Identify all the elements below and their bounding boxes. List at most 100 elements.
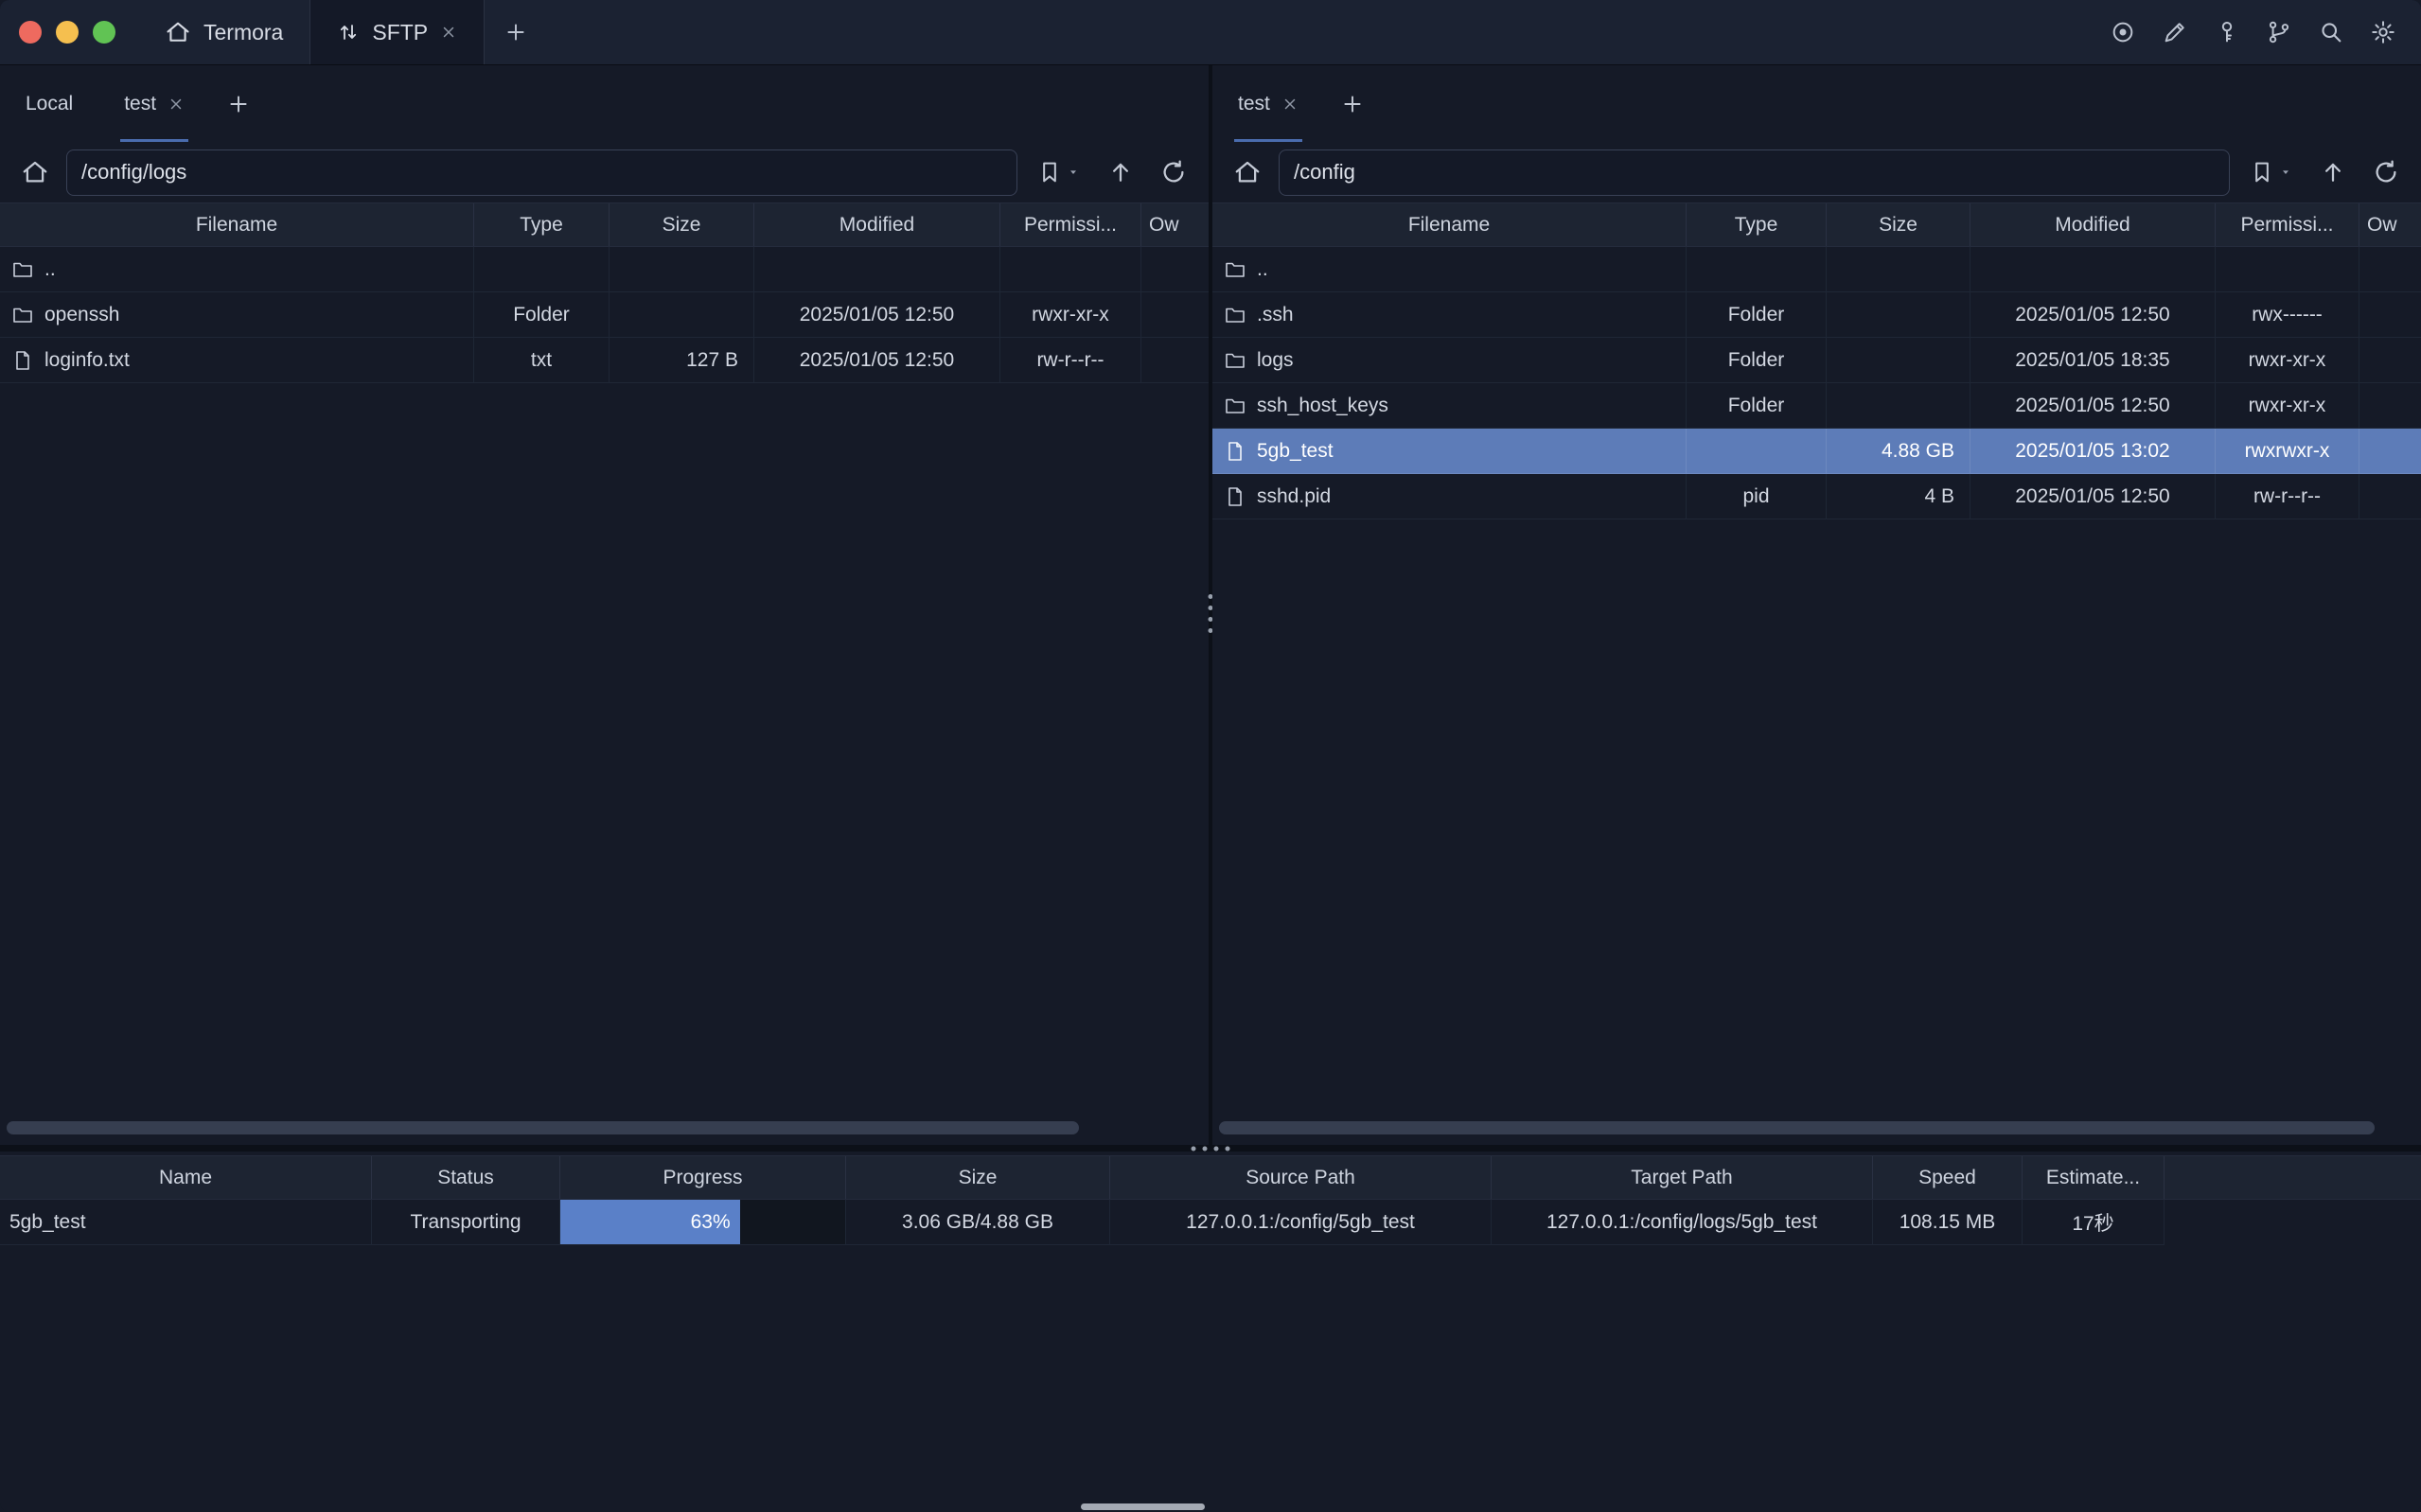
close-tab-icon[interactable] xyxy=(440,24,457,41)
cell-type: Folder xyxy=(1687,338,1827,383)
file-row-ssh-host-keys[interactable]: ssh_host_keys Folder 2025/01/05 12:50 rw… xyxy=(1212,383,2421,429)
cell-modified: 2025/01/05 13:02 xyxy=(1970,429,2216,474)
tab-termora[interactable]: Termora xyxy=(138,0,309,64)
refresh-button-left[interactable] xyxy=(1152,149,1195,196)
close-window-button[interactable] xyxy=(19,21,42,44)
column-header-target-path[interactable]: Target Path xyxy=(1492,1156,1873,1199)
column-header-speed[interactable]: Speed xyxy=(1873,1156,2023,1199)
column-header-type[interactable]: Type xyxy=(1687,203,1827,246)
minimize-window-button[interactable] xyxy=(56,21,79,44)
bookmark-icon xyxy=(1036,159,1063,185)
tab-test-left[interactable]: test xyxy=(120,65,188,142)
column-header-modified[interactable]: Modified xyxy=(1970,203,2216,246)
cell-type: Folder xyxy=(1687,383,1827,429)
column-header-owner[interactable]: Ow xyxy=(1141,203,1209,246)
tab-sftp-label: SFTP xyxy=(372,20,428,45)
close-tab-icon[interactable] xyxy=(168,96,185,113)
home-button-left[interactable] xyxy=(13,149,57,196)
scrollbar-thumb[interactable] xyxy=(1219,1121,2375,1134)
window-scrollbar-thumb[interactable] xyxy=(1081,1503,1205,1510)
cell-type: pid xyxy=(1687,474,1827,519)
cell-permissions: rwxr-xr-x xyxy=(1000,292,1141,338)
cell-filename: ssh_host_keys xyxy=(1212,383,1687,429)
refresh-button-right[interactable] xyxy=(2364,149,2408,196)
keychain-button[interactable] xyxy=(2214,19,2240,45)
file-row-5gb-test-selected[interactable]: 5gb_test 4.88 GB 2025/01/05 13:02 rwxrwx… xyxy=(1212,429,2421,474)
cell-size xyxy=(1827,338,1970,383)
bookmarks-button-left[interactable] xyxy=(1027,149,1089,196)
cell-modified xyxy=(754,247,1000,292)
new-session-tab-button-right[interactable] xyxy=(1340,92,1365,116)
cell-owner xyxy=(2359,429,2421,474)
zoom-window-button[interactable] xyxy=(93,21,115,44)
plus-icon xyxy=(1340,92,1365,116)
transfer-table-header: Name Status Progress Size Source Path Ta… xyxy=(0,1155,2421,1200)
refresh-icon xyxy=(2372,158,2400,186)
column-header-size[interactable]: Size xyxy=(610,203,754,246)
git-branch-button[interactable] xyxy=(2266,19,2292,45)
column-header-status[interactable]: Status xyxy=(372,1156,560,1199)
tab-test-right[interactable]: test xyxy=(1234,65,1302,142)
record-button[interactable] xyxy=(2110,19,2136,45)
column-header-source-path[interactable]: Source Path xyxy=(1110,1156,1492,1199)
right-table-header: Filename Type Size Modified Permissi... … xyxy=(1212,202,2421,247)
cell-filename: loginfo.txt xyxy=(0,338,474,383)
cell-type xyxy=(474,247,610,292)
cell-owner xyxy=(1141,338,1209,383)
file-row-parent[interactable]: .. xyxy=(0,247,1209,292)
cell-owner xyxy=(2359,247,2421,292)
column-header-type[interactable]: Type xyxy=(474,203,610,246)
horizontal-splitter[interactable] xyxy=(0,1145,2421,1152)
column-header-estimate[interactable]: Estimate... xyxy=(2023,1156,2165,1199)
parent-directory-button-left[interactable] xyxy=(1099,149,1142,196)
file-row-sshd-pid[interactable]: sshd.pid pid 4 B 2025/01/05 12:50 rw-r--… xyxy=(1212,474,2421,519)
column-header-size[interactable]: Size xyxy=(1827,203,1970,246)
horizontal-scrollbar-right[interactable] xyxy=(1219,1121,2411,1136)
column-header-owner[interactable]: Ow xyxy=(2359,203,2421,246)
branch-icon xyxy=(2266,19,2292,45)
column-header-filename[interactable]: Filename xyxy=(1212,203,1687,246)
new-session-tab-button-left[interactable] xyxy=(226,92,251,116)
column-header-size[interactable]: Size xyxy=(846,1156,1110,1199)
titlebar-actions xyxy=(2110,0,2421,64)
search-button[interactable] xyxy=(2318,19,2344,45)
tab-sftp[interactable]: SFTP xyxy=(309,0,485,64)
close-tab-icon[interactable] xyxy=(1281,96,1299,113)
cell-owner xyxy=(2359,474,2421,519)
right-pane-tabs: test xyxy=(1212,65,2421,142)
home-button-right[interactable] xyxy=(1226,149,1269,196)
bookmarks-button-right[interactable] xyxy=(2239,149,2302,196)
column-header-filename[interactable]: Filename xyxy=(0,203,474,246)
file-row-parent[interactable]: .. xyxy=(1212,247,2421,292)
cell-permissions xyxy=(2216,247,2359,292)
file-icon xyxy=(11,349,34,372)
file-row-openssh[interactable]: openssh Folder 2025/01/05 12:50 rwxr-xr-… xyxy=(0,292,1209,338)
path-input-left[interactable] xyxy=(66,149,1017,196)
column-header-name[interactable]: Name xyxy=(0,1156,372,1199)
cell-size: 4 B xyxy=(1827,474,1970,519)
new-window-tab-button[interactable] xyxy=(485,0,547,64)
column-header-progress[interactable]: Progress xyxy=(560,1156,846,1199)
tab-local[interactable]: Local xyxy=(22,65,77,142)
plus-icon xyxy=(226,92,251,116)
horizontal-scrollbar-left[interactable] xyxy=(7,1121,1198,1136)
transfer-row-5gb-test[interactable]: 5gb_test Transporting 63% 3.06 GB/4.88 G… xyxy=(0,1200,2421,1245)
cell-permissions: rw-r--r-- xyxy=(1000,338,1141,383)
settings-button[interactable] xyxy=(2370,19,2396,45)
cell-owner xyxy=(1141,247,1209,292)
file-row-ssh[interactable]: .ssh Folder 2025/01/05 12:50 rwx------ xyxy=(1212,292,2421,338)
column-header-permissions[interactable]: Permissi... xyxy=(2216,203,2359,246)
file-row-loginfo[interactable]: loginfo.txt txt 127 B 2025/01/05 12:50 r… xyxy=(0,338,1209,383)
scrollbar-thumb[interactable] xyxy=(7,1121,1079,1134)
file-row-logs[interactable]: logs Folder 2025/01/05 18:35 rwxr-xr-x xyxy=(1212,338,2421,383)
refresh-icon xyxy=(1159,158,1188,186)
folder-icon xyxy=(11,304,34,326)
column-header-modified[interactable]: Modified xyxy=(754,203,1000,246)
tab-termora-label: Termora xyxy=(203,20,283,45)
path-input-right[interactable] xyxy=(1279,149,2230,196)
window-controls xyxy=(0,0,138,64)
cell-size xyxy=(1827,247,1970,292)
parent-directory-button-right[interactable] xyxy=(2311,149,2355,196)
edit-button[interactable] xyxy=(2162,19,2188,45)
column-header-permissions[interactable]: Permissi... xyxy=(1000,203,1141,246)
